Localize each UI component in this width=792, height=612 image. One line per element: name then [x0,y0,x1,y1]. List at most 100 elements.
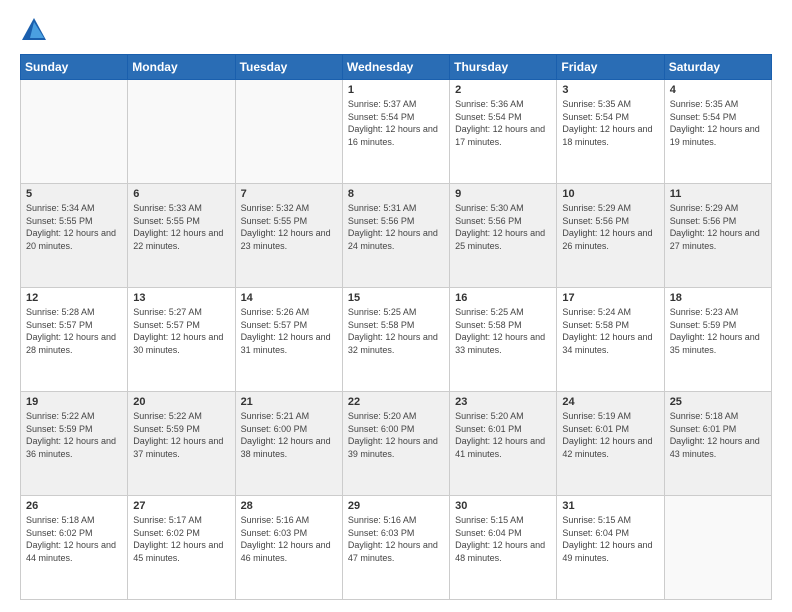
calendar-table: SundayMondayTuesdayWednesdayThursdayFrid… [20,54,772,600]
day-number: 21 [241,396,337,408]
calendar-cell: 18 Sunrise: 5:23 AM Sunset: 5:59 PM Dayli… [664,288,771,392]
calendar-cell: 25 Sunrise: 5:18 AM Sunset: 6:01 PM Dayli… [664,392,771,496]
calendar-cell: 31 Sunrise: 5:15 AM Sunset: 6:04 PM Dayli… [557,496,664,600]
calendar-cell: 3 Sunrise: 5:35 AM Sunset: 5:54 PM Daylig… [557,80,664,184]
day-number: 18 [670,292,766,304]
day-number: 3 [562,84,658,96]
day-info: Sunrise: 5:26 AM Sunset: 5:57 PM Dayligh… [241,306,337,356]
day-info: Sunrise: 5:31 AM Sunset: 5:56 PM Dayligh… [348,202,444,252]
calendar-cell: 13 Sunrise: 5:27 AM Sunset: 5:57 PM Dayli… [128,288,235,392]
calendar-cell: 20 Sunrise: 5:22 AM Sunset: 5:59 PM Dayli… [128,392,235,496]
day-info: Sunrise: 5:22 AM Sunset: 5:59 PM Dayligh… [26,410,122,460]
day-number: 1 [348,84,444,96]
weekday-header-row: SundayMondayTuesdayWednesdayThursdayFrid… [21,55,772,80]
calendar-week-2: 12 Sunrise: 5:28 AM Sunset: 5:57 PM Dayli… [21,288,772,392]
logo [20,16,52,44]
day-info: Sunrise: 5:15 AM Sunset: 6:04 PM Dayligh… [562,514,658,564]
calendar-cell: 15 Sunrise: 5:25 AM Sunset: 5:58 PM Dayli… [342,288,449,392]
day-info: Sunrise: 5:25 AM Sunset: 5:58 PM Dayligh… [348,306,444,356]
calendar-cell: 19 Sunrise: 5:22 AM Sunset: 5:59 PM Dayli… [21,392,128,496]
day-info: Sunrise: 5:33 AM Sunset: 5:55 PM Dayligh… [133,202,229,252]
day-info: Sunrise: 5:29 AM Sunset: 5:56 PM Dayligh… [670,202,766,252]
calendar-cell: 17 Sunrise: 5:24 AM Sunset: 5:58 PM Dayli… [557,288,664,392]
calendar-cell: 1 Sunrise: 5:37 AM Sunset: 5:54 PM Daylig… [342,80,449,184]
calendar-cell: 10Sunrise: 5:29 AM Sunset: 5:56 PM Dayli… [557,184,664,288]
day-info: Sunrise: 5:32 AM Sunset: 5:55 PM Dayligh… [241,202,337,252]
day-info: Sunrise: 5:23 AM Sunset: 5:59 PM Dayligh… [670,306,766,356]
day-number: 14 [241,292,337,304]
day-info: Sunrise: 5:37 AM Sunset: 5:54 PM Dayligh… [348,98,444,148]
day-number: 9 [455,188,551,200]
day-number: 6 [133,188,229,200]
weekday-friday: Friday [557,55,664,80]
calendar-cell: 14 Sunrise: 5:26 AM Sunset: 5:57 PM Dayli… [235,288,342,392]
day-info: Sunrise: 5:35 AM Sunset: 5:54 PM Dayligh… [562,98,658,148]
calendar-cell: 26 Sunrise: 5:18 AM Sunset: 6:02 PM Dayli… [21,496,128,600]
day-info: Sunrise: 5:24 AM Sunset: 5:58 PM Dayligh… [562,306,658,356]
day-number: 19 [26,396,122,408]
day-info: Sunrise: 5:34 AM Sunset: 5:55 PM Dayligh… [26,202,122,252]
day-number: 22 [348,396,444,408]
weekday-wednesday: Wednesday [342,55,449,80]
calendar-week-1: 5 Sunrise: 5:34 AM Sunset: 5:55 PM Daylig… [21,184,772,288]
calendar-cell: 29Sunrise: 5:16 AM Sunset: 6:03 PM Dayli… [342,496,449,600]
calendar-cell: 21 Sunrise: 5:21 AM Sunset: 6:00 PM Dayli… [235,392,342,496]
calendar-cell: 24 Sunrise: 5:19 AM Sunset: 6:01 PM Dayli… [557,392,664,496]
day-info: Sunrise: 5:21 AM Sunset: 6:00 PM Dayligh… [241,410,337,460]
day-number: 31 [562,500,658,512]
day-info: Sunrise: 5:15 AM Sunset: 6:04 PM Dayligh… [455,514,551,564]
calendar-cell: 4Sunrise: 5:35 AM Sunset: 5:54 PM Daylig… [664,80,771,184]
day-number: 27 [133,500,229,512]
calendar-cell [235,80,342,184]
day-number: 15 [348,292,444,304]
day-number: 23 [455,396,551,408]
day-number: 13 [133,292,229,304]
day-info: Sunrise: 5:20 AM Sunset: 6:00 PM Dayligh… [348,410,444,460]
weekday-thursday: Thursday [450,55,557,80]
calendar-cell [128,80,235,184]
day-number: 30 [455,500,551,512]
calendar-week-0: 1 Sunrise: 5:37 AM Sunset: 5:54 PM Daylig… [21,80,772,184]
calendar-cell: 27 Sunrise: 5:17 AM Sunset: 6:02 PM Dayli… [128,496,235,600]
day-info: Sunrise: 5:18 AM Sunset: 6:02 PM Dayligh… [26,514,122,564]
day-info: Sunrise: 5:19 AM Sunset: 6:01 PM Dayligh… [562,410,658,460]
day-number: 28 [241,500,337,512]
day-number: 7 [241,188,337,200]
day-info: Sunrise: 5:22 AM Sunset: 5:59 PM Dayligh… [133,410,229,460]
day-number: 17 [562,292,658,304]
calendar-cell: 2Sunrise: 5:36 AM Sunset: 5:54 PM Daylig… [450,80,557,184]
weekday-saturday: Saturday [664,55,771,80]
calendar-cell: 12 Sunrise: 5:28 AM Sunset: 5:57 PM Dayli… [21,288,128,392]
calendar-week-3: 19 Sunrise: 5:22 AM Sunset: 5:59 PM Dayli… [21,392,772,496]
calendar-cell: 28 Sunrise: 5:16 AM Sunset: 6:03 PM Dayli… [235,496,342,600]
day-number: 29 [348,500,444,512]
day-number: 24 [562,396,658,408]
day-number: 26 [26,500,122,512]
day-number: 10 [562,188,658,200]
day-info: Sunrise: 5:17 AM Sunset: 6:02 PM Dayligh… [133,514,229,564]
calendar-cell: 11Sunrise: 5:29 AM Sunset: 5:56 PM Dayli… [664,184,771,288]
day-info: Sunrise: 5:28 AM Sunset: 5:57 PM Dayligh… [26,306,122,356]
calendar-cell: 9 Sunrise: 5:30 AM Sunset: 5:56 PM Daylig… [450,184,557,288]
day-number: 25 [670,396,766,408]
day-info: Sunrise: 5:16 AM Sunset: 6:03 PM Dayligh… [241,514,337,564]
calendar-cell: 7 Sunrise: 5:32 AM Sunset: 5:55 PM Daylig… [235,184,342,288]
day-info: Sunrise: 5:27 AM Sunset: 5:57 PM Dayligh… [133,306,229,356]
calendar-cell: 30 Sunrise: 5:15 AM Sunset: 6:04 PM Dayli… [450,496,557,600]
day-info: Sunrise: 5:30 AM Sunset: 5:56 PM Dayligh… [455,202,551,252]
calendar-cell: 16Sunrise: 5:25 AM Sunset: 5:58 PM Dayli… [450,288,557,392]
day-number: 20 [133,396,229,408]
day-number: 2 [455,84,551,96]
weekday-tuesday: Tuesday [235,55,342,80]
calendar-cell: 23Sunrise: 5:20 AM Sunset: 6:01 PM Dayli… [450,392,557,496]
header [20,16,772,44]
calendar-cell: 8Sunrise: 5:31 AM Sunset: 5:56 PM Daylig… [342,184,449,288]
calendar-cell [21,80,128,184]
calendar-cell [664,496,771,600]
day-number: 5 [26,188,122,200]
calendar-cell: 22 Sunrise: 5:20 AM Sunset: 6:00 PM Dayli… [342,392,449,496]
day-info: Sunrise: 5:35 AM Sunset: 5:54 PM Dayligh… [670,98,766,148]
day-info: Sunrise: 5:18 AM Sunset: 6:01 PM Dayligh… [670,410,766,460]
day-number: 12 [26,292,122,304]
calendar-cell: 6 Sunrise: 5:33 AM Sunset: 5:55 PM Daylig… [128,184,235,288]
